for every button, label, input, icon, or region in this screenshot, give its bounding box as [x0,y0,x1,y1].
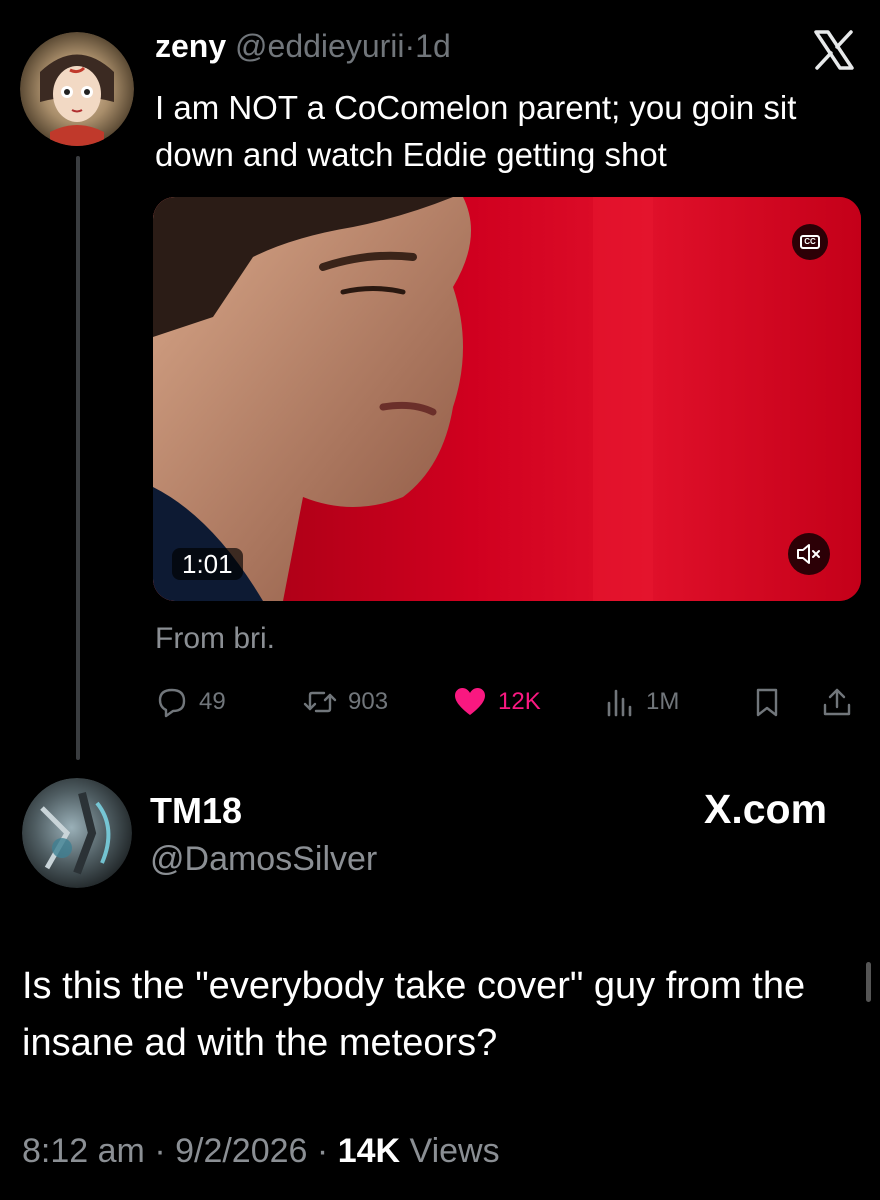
like-count: 12K [498,688,541,715]
avatar-tm18[interactable] [22,778,132,888]
bookmark-icon [756,688,778,717]
video-player[interactable] [153,197,861,601]
bookmark-button[interactable] [752,684,782,720]
like-button[interactable]: 12K [452,684,541,720]
repost-icon [303,691,337,713]
share-icon [823,688,851,716]
mute-button[interactable] [788,533,830,575]
heart-icon [455,688,485,715]
views-count: 1M [646,688,680,715]
x-com-watermark: X.com [704,786,828,832]
reply-time[interactable]: 8:12 am [22,1132,145,1170]
reply-user-handle[interactable]: @DamosSilver [150,840,377,879]
tweet-time[interactable]: 1d [415,28,451,64]
reply-views-label: Views [409,1132,500,1170]
user-handle[interactable]: @eddieyurii [235,28,404,64]
tweet-header: zeny @eddieyurii·1d [155,28,451,65]
reply-views-count: 14K [337,1132,401,1170]
repost-button[interactable]: 903 [302,684,388,720]
reply-count: 49 [199,688,226,715]
dot-separator: · [154,1132,166,1170]
tweet-text: I am NOT a CoComelon parent; you goin si… [155,89,797,173]
repost-count: 903 [348,688,389,715]
thread-connector-line [76,156,80,760]
x-logo-icon [810,26,858,74]
display-name[interactable]: zeny [155,28,226,64]
scrollbar-thumb[interactable] [866,962,871,1002]
views-chart-icon [607,689,632,717]
muted-speaker-icon [797,544,820,564]
reply-meta: 8:12 am · 9/2/2026 · 14K Views [22,1132,500,1171]
reply-date[interactable]: 9/2/2026 [175,1132,307,1170]
share-button[interactable] [820,684,854,720]
reply-display-name[interactable]: TM18 [150,790,242,832]
reply-text: Is this the "everybody take cover" guy f… [22,965,806,1064]
closed-captions-button[interactable]: CC [792,224,828,260]
reply-button[interactable]: 49 [155,684,226,720]
closed-captions-icon: CC [800,235,820,249]
avatar-zeny[interactable] [20,32,134,146]
dot-separator: · [404,28,416,64]
reply-icon [158,688,186,718]
dot-separator: · [316,1132,329,1170]
video-duration-badge: 1:01 [172,548,243,580]
media-caption: From bri. [155,622,275,655]
views-button[interactable]: 1M [604,684,679,720]
